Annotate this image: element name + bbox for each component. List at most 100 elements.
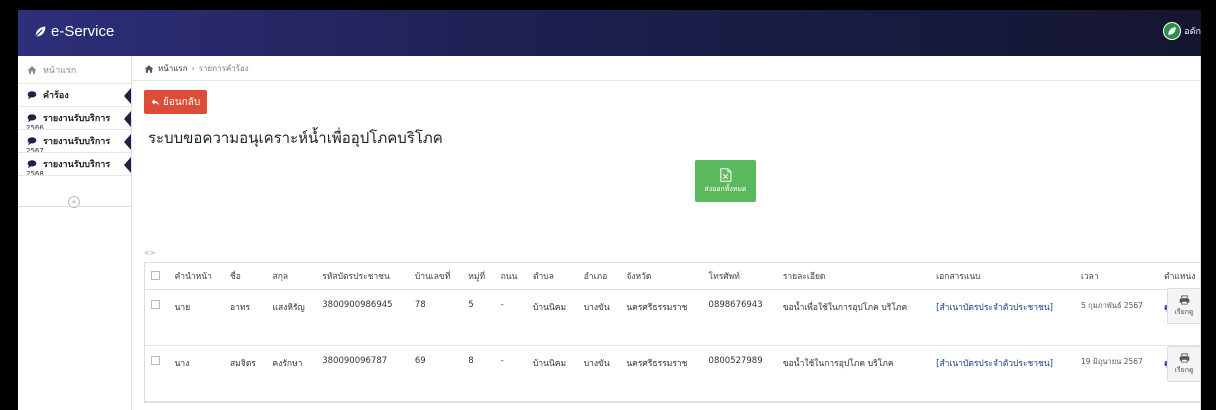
col-header-first-name: ชื่อ	[223, 263, 267, 290]
sidebar: หน้าแรก คำร้อง รายงานรับบริการ 2566 รายง…	[18, 56, 132, 410]
leaf-icon	[35, 26, 46, 37]
col-header-moo: หมู่ที่	[462, 263, 495, 290]
breadcrumb-current: รายการคำร้อง	[198, 64, 249, 73]
main-content: หน้าแรก › รายการคำร้อง ย้อนกลับ ระบบขอคว…	[132, 56, 1201, 410]
active-notch	[124, 88, 131, 104]
comment-icon	[26, 89, 38, 101]
breadcrumb-separator: ›	[191, 64, 195, 73]
sidebar-item-home[interactable]: หน้าแรก	[18, 56, 131, 84]
page-title: ระบบขอความอนุเคราะห์น้ำเพื่ออุปโภคบริโภค	[148, 129, 443, 147]
column-toggle[interactable]: <>	[144, 249, 156, 257]
col-header-province: จังหวัด	[620, 263, 703, 290]
cell-time: 19 มิถุนายน 2567	[1075, 345, 1159, 402]
cell-phone: 0898676943	[702, 289, 777, 346]
cell-amphoe: บางขัน	[577, 289, 621, 346]
comment-icon	[26, 112, 38, 124]
cell-moo: 8	[462, 345, 495, 402]
table-header-row: คำนำหน้า ชื่อ สกุล รหัสบัตรประชาชน บ้านเ…	[145, 263, 1201, 290]
sidebar-notch	[124, 134, 131, 150]
sidebar-item-label: คำร้อง	[43, 91, 69, 101]
printer-icon	[1179, 352, 1189, 363]
cell-province: นครศรีธรรมราช	[620, 345, 703, 402]
requests-table: คำนำหน้า ชื่อ สกุล รหัสบัตรประชาชน บ้านเ…	[144, 262, 1201, 403]
print-button[interactable]: เรียกดู	[1167, 288, 1201, 324]
select-all-checkbox[interactable]	[151, 270, 160, 280]
export-all-button[interactable]: ส่งออกทั้งหมด	[695, 160, 756, 202]
cell-tambon: บ้านนิคม	[527, 289, 578, 346]
cell-road: -	[494, 289, 527, 346]
leaf-icon	[1168, 27, 1177, 35]
col-header-time: เวลา	[1075, 263, 1159, 290]
table-row: นาย อาทร แสงหิรัญ 3800900986945 78 5 - บ…	[145, 289, 1201, 346]
back-button[interactable]: ย้อนกลับ	[144, 90, 208, 114]
col-header-attachment: เอกสารแนบ	[930, 263, 1075, 290]
table-row: นาง สมจิตร คงรักษา 380090096787 69 8 - บ…	[145, 345, 1201, 402]
comment-icon	[26, 158, 38, 170]
sidebar-notch	[124, 111, 131, 127]
row-checkbox[interactable]	[151, 355, 160, 365]
cell-house-no: 69	[408, 345, 463, 402]
sidebar-notch	[124, 157, 131, 173]
home-icon	[26, 64, 38, 76]
scroll-edge	[1200, 56, 1201, 410]
cell-amphoe: บางขัน	[577, 345, 621, 402]
cell-moo: 5	[462, 289, 495, 346]
breadcrumb-home[interactable]: หน้าแรก	[158, 62, 188, 75]
excel-file-icon	[720, 167, 732, 182]
sidebar-item-report-2566[interactable]: รายงานรับบริการ 2566	[18, 107, 131, 130]
printer-icon	[1179, 294, 1189, 305]
col-header-road: ถนน	[494, 263, 527, 290]
print-button-label: เรียกดู	[1174, 365, 1194, 374]
row-checkbox-cell	[145, 345, 169, 402]
comment-icon	[26, 135, 38, 147]
attachment-link[interactable]: [สำเนาบัตรประจำตัวประชาชน]	[930, 345, 1075, 402]
breadcrumb: หน้าแรก › รายการคำร้อง	[144, 62, 249, 75]
cell-last-name: คงรักษา	[266, 345, 317, 402]
brand-title: e-Service	[51, 23, 115, 40]
cell-detail: ขอน้ำเพื่อใช้ในการอุปโภค บริโภค	[776, 289, 931, 346]
row-checkbox[interactable]	[151, 299, 160, 309]
col-header-location: ตำแหน่ง	[1158, 263, 1201, 290]
attachment-link[interactable]: [สำเนาบัตรประจำตัวประชาชน]	[930, 289, 1075, 346]
user-menu[interactable]: อดัก	[1163, 22, 1201, 40]
cell-id-card: 3800900986945	[316, 289, 409, 346]
sidebar-item-report-2567[interactable]: รายงานรับบริการ 2567	[18, 130, 131, 153]
sidebar-item-label: หน้าแรก	[43, 65, 77, 76]
sidebar-item-report-2568[interactable]: รายงานรับบริการ 2568	[18, 153, 131, 176]
cell-prefix: นาย	[168, 289, 224, 346]
sidebar-item-year: 2568	[26, 170, 44, 176]
print-button[interactable]: เรียกดู	[1167, 346, 1201, 382]
cell-prefix: นาง	[168, 345, 224, 402]
cell-detail: ขอน้ำใช้ในการอุปโภค บริโภค	[776, 345, 931, 402]
cell-first-name: สมจิตร	[223, 345, 267, 402]
col-header-amphoe: อำเภอ	[577, 263, 621, 290]
brand-logo[interactable]: e-Service	[34, 23, 114, 40]
cell-province: นครศรีธรรมราช	[620, 289, 703, 346]
cell-road: -	[494, 345, 527, 402]
cell-tambon: บ้านนิคม	[527, 345, 578, 402]
back-button-label: ย้อนกลับ	[163, 96, 201, 108]
print-button-label: เรียกดู	[1174, 307, 1194, 316]
cell-last-name: แสงหิรัญ	[266, 289, 317, 346]
col-header-last-name: สกุล	[266, 263, 317, 290]
row-checkbox-cell	[145, 289, 169, 346]
user-avatar	[1163, 22, 1182, 40]
reply-arrow-icon	[151, 98, 160, 106]
col-header-phone: โทรศัพท์	[702, 263, 777, 290]
sidebar-item-label: รายงานรับบริการ	[43, 137, 111, 147]
app-window: e-Service อดัก หน้าแรก คำร้อง รายงานรับบ…	[18, 10, 1201, 410]
sidebar-item-requests[interactable]: คำร้อง	[18, 84, 131, 107]
home-icon	[144, 64, 154, 73]
cell-first-name: อาทร	[223, 289, 267, 346]
sidebar-item-label: รายงานรับบริการ	[43, 160, 111, 170]
sidebar-item-label: รายงานรับบริการ	[43, 114, 111, 124]
breadcrumb-divider	[132, 80, 1201, 81]
cell-phone: 0800527989	[702, 345, 777, 402]
col-header-detail: รายละเอียด	[776, 263, 931, 290]
cell-house-no: 78	[408, 289, 463, 346]
export-all-label: ส่งออกทั้งหมด	[704, 184, 747, 193]
cell-time: 5 กุมภาพันธ์ 2567	[1075, 289, 1159, 346]
sidebar-divider	[18, 206, 132, 207]
select-all-checkbox-cell	[145, 263, 169, 290]
col-header-prefix: คำนำหน้า	[168, 263, 224, 290]
